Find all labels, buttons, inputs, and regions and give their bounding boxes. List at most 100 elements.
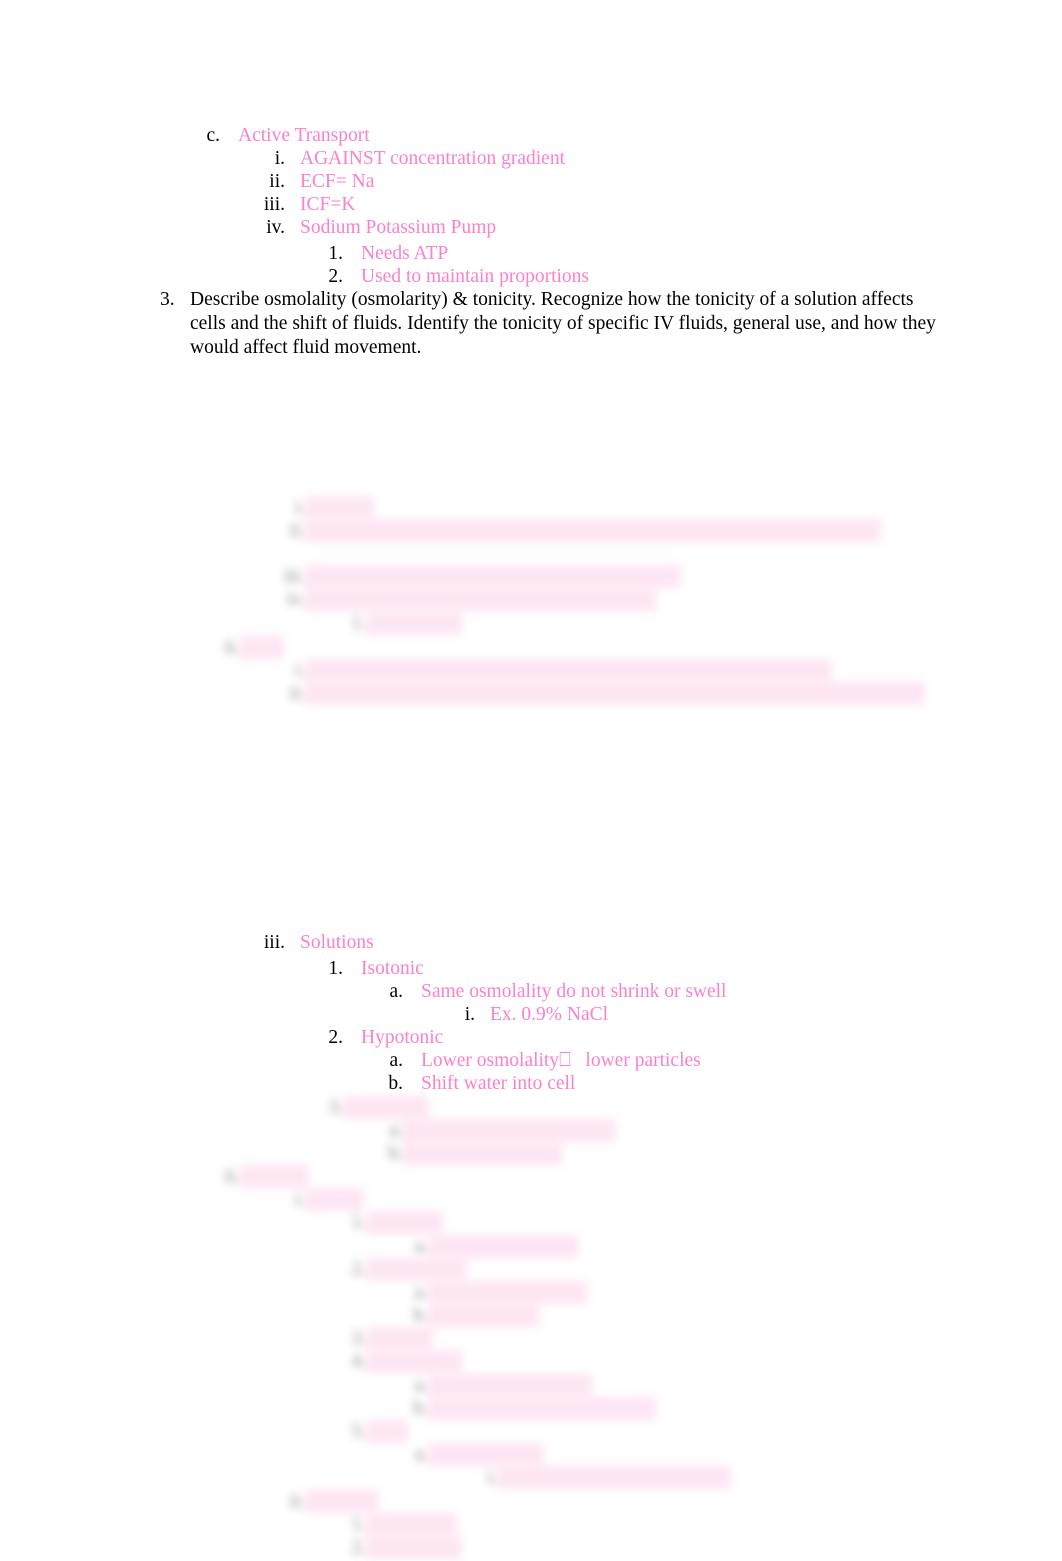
list-item-label: Shift water into cell bbox=[421, 1073, 576, 1094]
list-marker: 2. bbox=[351, 1259, 366, 1280]
obscured-text bbox=[366, 1211, 443, 1234]
list-marker: c. bbox=[206, 125, 220, 146]
obscured-text bbox=[305, 682, 925, 705]
list-marker: a. bbox=[414, 1236, 428, 1257]
list-marker: a. bbox=[414, 1375, 428, 1396]
list-item-against-gradient: i. AGAINST concentration gradient bbox=[250, 147, 565, 170]
list-item-label: Ex. 0.9% NaCl bbox=[490, 1004, 609, 1025]
list-item-label: Used to maintain proportions bbox=[361, 266, 590, 287]
obscured-list-item: b. bbox=[375, 1142, 563, 1165]
obscured-list-item: a. bbox=[400, 1443, 544, 1466]
obscured-text bbox=[305, 1188, 364, 1211]
obscured-list-item: iii. bbox=[270, 565, 681, 588]
obscured-list-item: 1. bbox=[338, 612, 462, 635]
list-marker: 2. bbox=[351, 1537, 366, 1558]
document-page: c. Active Transport i. AGAINST concentra… bbox=[0, 0, 1062, 1561]
obscured-text bbox=[366, 1513, 458, 1536]
obscured-text bbox=[366, 612, 462, 635]
list-item-solutions: iii. Solutions bbox=[250, 931, 374, 954]
list-marker: iv. bbox=[286, 589, 305, 610]
obscured-list-item: ii. bbox=[270, 1490, 379, 1513]
list-item-label: Sodium Potassium Pump bbox=[300, 217, 497, 238]
list-marker: 3. bbox=[351, 1328, 366, 1349]
obscured-list-item: 1. bbox=[338, 1513, 458, 1536]
list-item-label: ECF= Na bbox=[300, 171, 375, 192]
obscured-text bbox=[403, 1142, 563, 1165]
list-item-needs-atp: 1. Needs ATP bbox=[315, 242, 448, 265]
obscured-text bbox=[428, 1397, 656, 1420]
list-item-label: ICF=K bbox=[300, 194, 356, 215]
obscured-list-item: iv. bbox=[270, 588, 657, 611]
list-marker: 1. bbox=[328, 243, 343, 264]
list-item-hypotonic: 2. Hypotonic bbox=[315, 1026, 443, 1049]
obscured-list-item: b. bbox=[400, 1397, 656, 1420]
obscured-list-item: ii. bbox=[270, 682, 925, 705]
obscured-text bbox=[366, 1327, 433, 1350]
list-marker: ii. bbox=[224, 637, 240, 658]
obscured-text bbox=[403, 1119, 616, 1142]
obscured-text bbox=[240, 636, 285, 659]
list-marker: i. bbox=[294, 497, 305, 518]
obscured-list-item: a. bbox=[400, 1281, 588, 1304]
list-marker: 5. bbox=[351, 1421, 366, 1442]
list-marker: 1. bbox=[351, 1514, 366, 1535]
list-marker: b. bbox=[388, 1073, 403, 1094]
obscured-text bbox=[366, 1420, 409, 1443]
list-marker: 1. bbox=[351, 1212, 366, 1233]
obscured-list-item: 3. bbox=[338, 1327, 433, 1350]
obscured-list-item: i. bbox=[462, 1466, 732, 1489]
list-item-label: Solutions bbox=[300, 932, 374, 953]
objective-3-paragraph: 3. Describe osmolality (osmolarity) & to… bbox=[160, 288, 940, 361]
list-marker: a. bbox=[389, 1120, 403, 1141]
list-item-ecf-na: ii. ECF= Na bbox=[250, 170, 374, 193]
list-marker: b. bbox=[413, 1305, 428, 1326]
list-marker: ii. bbox=[224, 1166, 240, 1187]
list-item-label: Isotonic bbox=[361, 958, 424, 979]
list-marker: 2. bbox=[328, 1027, 343, 1048]
obscured-list-item: b. bbox=[400, 1304, 539, 1327]
list-marker: 4. bbox=[351, 1351, 366, 1372]
list-marker: 3. bbox=[328, 1097, 343, 1118]
list-marker: i. bbox=[294, 1189, 305, 1210]
obscured-text bbox=[305, 496, 374, 519]
obscured-list-item: 3. bbox=[315, 1096, 430, 1119]
obscured-text bbox=[428, 1374, 593, 1397]
obscured-text bbox=[305, 519, 881, 542]
list-marker: iii. bbox=[263, 932, 285, 953]
list-marker: a. bbox=[389, 981, 403, 1002]
list-item-label: AGAINST concentration gradient bbox=[300, 148, 565, 169]
list-item-label: Hypotonic bbox=[361, 1027, 444, 1048]
obscured-text bbox=[305, 588, 657, 611]
list-item-isotonic: 1. Isotonic bbox=[315, 957, 424, 980]
list-item-shift-water-into-cell: b. Shift water into cell bbox=[375, 1072, 575, 1095]
list-marker: iv. bbox=[266, 217, 285, 238]
list-marker: 2. bbox=[328, 266, 343, 287]
list-marker: i. bbox=[464, 1004, 475, 1025]
list-marker: i. bbox=[294, 660, 305, 681]
list-marker: b. bbox=[413, 1398, 428, 1419]
list-item-label: Needs ATP bbox=[361, 243, 449, 264]
list-marker: a. bbox=[414, 1444, 428, 1465]
list-item-lower-osmolality: a. Lower osmolality⎕ lower particles bbox=[375, 1049, 701, 1072]
list-item-label: Lower osmolality⎕ lower particles bbox=[421, 1050, 701, 1071]
obscured-text bbox=[305, 659, 832, 682]
obscured-list-item: 1. bbox=[338, 1211, 443, 1234]
list-item-icf-k: iii. ICF=K bbox=[250, 193, 356, 216]
obscured-text bbox=[305, 565, 681, 588]
obscured-list-item: 5. bbox=[338, 1420, 409, 1443]
obscured-list-item: ii. bbox=[205, 1165, 309, 1188]
obscured-list-item: a. bbox=[375, 1119, 616, 1142]
obscured-text bbox=[305, 1490, 379, 1513]
list-marker: ii. bbox=[289, 1491, 305, 1512]
list-marker: ii. bbox=[289, 683, 305, 704]
list-marker: ii. bbox=[289, 520, 305, 541]
obscured-list-item: a. bbox=[400, 1374, 593, 1397]
list-item-sodium-potassium-pump: iv. Sodium Potassium Pump bbox=[250, 216, 496, 239]
list-item-maintain-proportions: 2. Used to maintain proportions bbox=[315, 265, 589, 288]
obscured-list-item: 2. bbox=[338, 1536, 462, 1559]
obscured-text bbox=[428, 1304, 539, 1327]
obscured-text bbox=[428, 1235, 578, 1258]
obscured-text bbox=[366, 1258, 467, 1281]
obscured-list-item: i. bbox=[270, 659, 832, 682]
list-item-label: Active Transport bbox=[238, 125, 370, 146]
